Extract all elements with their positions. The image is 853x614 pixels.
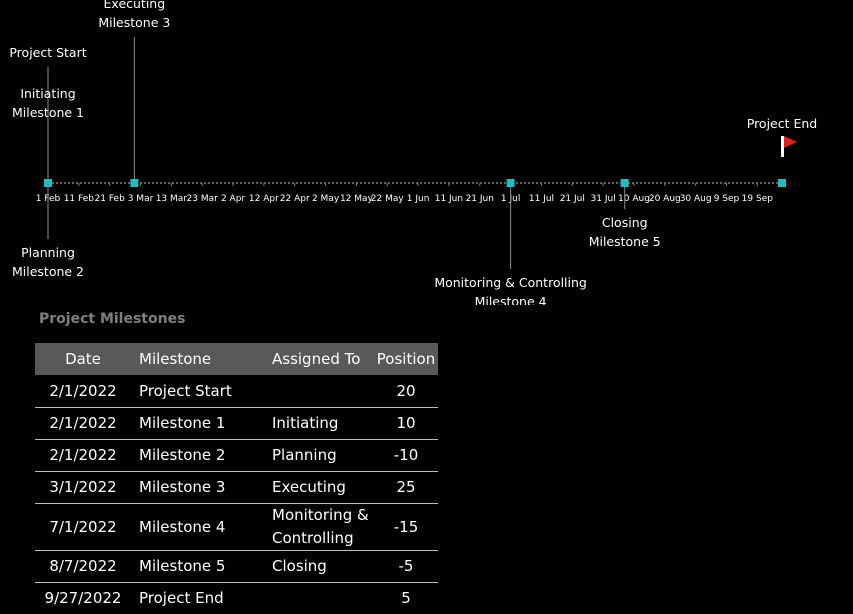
- cell-date: 2/1/2022: [35, 407, 131, 440]
- axis-tick-label: 11 Feb: [64, 194, 95, 204]
- axis-tick-label: 23 Mar: [187, 194, 219, 204]
- cell-assigned: Planning: [264, 439, 374, 472]
- milestone-subtitle: Milestone 2: [12, 264, 84, 279]
- cell-date: 8/7/2022: [35, 550, 131, 583]
- cell-milestone: Milestone 4: [131, 503, 264, 551]
- axis-tick-label: 21 Feb: [95, 194, 126, 204]
- header-assigned-to: Assigned To: [272, 349, 361, 368]
- table-row: 7/1/2022 Milestone 4 Monitoring & Contro…: [35, 503, 438, 551]
- cell-milestone: Milestone 3: [131, 471, 264, 504]
- cell-position: -5: [374, 550, 438, 583]
- header-position: Position: [376, 350, 436, 368]
- axis-tick-label: 1 Jun: [407, 194, 430, 204]
- milestone-subtitle: Milestone 1: [12, 105, 84, 120]
- milestone-title: Closing: [602, 215, 648, 230]
- cell-milestone: Milestone 5: [131, 550, 264, 583]
- milestone-marker: [44, 179, 52, 187]
- milestones-table: Date Milestone Assigned To Position 2/1/…: [35, 343, 438, 614]
- milestone-title: Project End: [747, 116, 818, 131]
- table-row: 2/1/2022 Milestone 1 Initiating 10: [35, 407, 438, 440]
- timeline-chart: 1 Feb 11 Feb 21 Feb 3 Mar 13 Mar 23 Mar 2 Apr 1…: [9, 0, 818, 305]
- axis-tick-label: 10 Aug: [618, 194, 650, 204]
- cell-assigned: Monitoring & Controlling: [264, 503, 374, 551]
- table-row: 2/1/2022 Project Start 20: [35, 375, 438, 408]
- cell-milestone: Project End: [139, 589, 224, 608]
- cell-position: 5: [401, 589, 411, 608]
- cell-position: -10: [374, 439, 438, 472]
- axis-tick-label: 22 May: [371, 194, 405, 204]
- cell-assigned: Closing: [264, 550, 374, 583]
- axis-tick-label: 21 Jun: [466, 194, 494, 204]
- axis-tick-label: 11 Jul: [529, 194, 554, 204]
- cell-milestone: Milestone 1: [131, 407, 264, 440]
- axis-tick-label: 19 Sep: [742, 194, 774, 204]
- milestone-subtitle: Milestone 3: [98, 15, 170, 30]
- axis-tick-label: 13 Mar: [156, 194, 188, 204]
- flag-pole: [781, 136, 784, 157]
- axis-tick-label: 12 May: [340, 194, 374, 204]
- table-title: Project Milestones: [39, 311, 186, 327]
- milestone-subtitle: Milestone 4: [475, 294, 547, 305]
- table-row: 2/1/2022 Milestone 2 Planning -10: [35, 439, 438, 472]
- header-date: Date: [65, 350, 101, 368]
- cell-position: 10: [374, 407, 438, 440]
- table-row: 8/7/2022 Milestone 5 Closing -5: [35, 550, 438, 583]
- axis-tick-label: 3 Mar: [128, 194, 154, 204]
- milestone-marker: [778, 179, 786, 187]
- cell-date: 2/1/2022: [35, 439, 131, 472]
- header-milestone: Milestone: [139, 350, 212, 368]
- cell-milestone: Milestone 2: [131, 439, 264, 472]
- axis-tick-label: 9 Sep: [714, 194, 740, 204]
- milestone-marker: [506, 179, 515, 187]
- milestone-marker: [620, 179, 629, 187]
- cell-date: 3/1/2022: [35, 471, 131, 504]
- cell-position: 25: [374, 471, 438, 504]
- axis-tick-label: 31 Jul: [591, 194, 616, 204]
- cell-date: 7/1/2022: [35, 503, 131, 551]
- cell-position: 20: [374, 375, 438, 408]
- cell-assigned: [264, 375, 374, 408]
- cell-assigned: [264, 582, 374, 614]
- axis-tick-label: 30 Aug: [680, 194, 712, 204]
- cell-assigned: Executing: [264, 471, 374, 504]
- milestone-title: Project Start: [9, 45, 86, 60]
- milestone-subtitle: Milestone 5: [589, 234, 661, 249]
- axis-tick-label: 11 Jun: [435, 194, 463, 204]
- cell-position: -15: [374, 503, 438, 551]
- axis-tick-label: 2 Apr: [221, 194, 245, 204]
- milestone-title: Executing: [104, 0, 166, 11]
- axis-tick-label: 2 May: [312, 194, 340, 204]
- cell-date: 9/27/2022: [44, 589, 122, 608]
- milestone-title: Monitoring & Controlling: [434, 275, 587, 290]
- table-row: 3/1/2022 Milestone 3 Executing 25: [35, 471, 438, 504]
- cell-assigned: Initiating: [264, 407, 374, 440]
- milestone-title: Initiating: [20, 86, 75, 101]
- flag-icon: [784, 136, 797, 148]
- table-header-row: Date Milestone Assigned To Position: [35, 343, 438, 375]
- axis-tick-label: 12 Apr: [249, 194, 279, 204]
- cell-milestone: Project Start: [131, 375, 264, 408]
- cell-date: 2/1/2022: [35, 375, 131, 408]
- axis-tick-label: 20 Aug: [649, 194, 681, 204]
- table-row: 9/27/2022 Project End 5: [35, 582, 438, 614]
- milestone-title: Planning: [21, 245, 75, 260]
- axis-tick-label: 21 Jul: [560, 194, 585, 204]
- axis-tick-label: 22 Apr: [280, 194, 310, 204]
- milestone-marker: [130, 179, 139, 187]
